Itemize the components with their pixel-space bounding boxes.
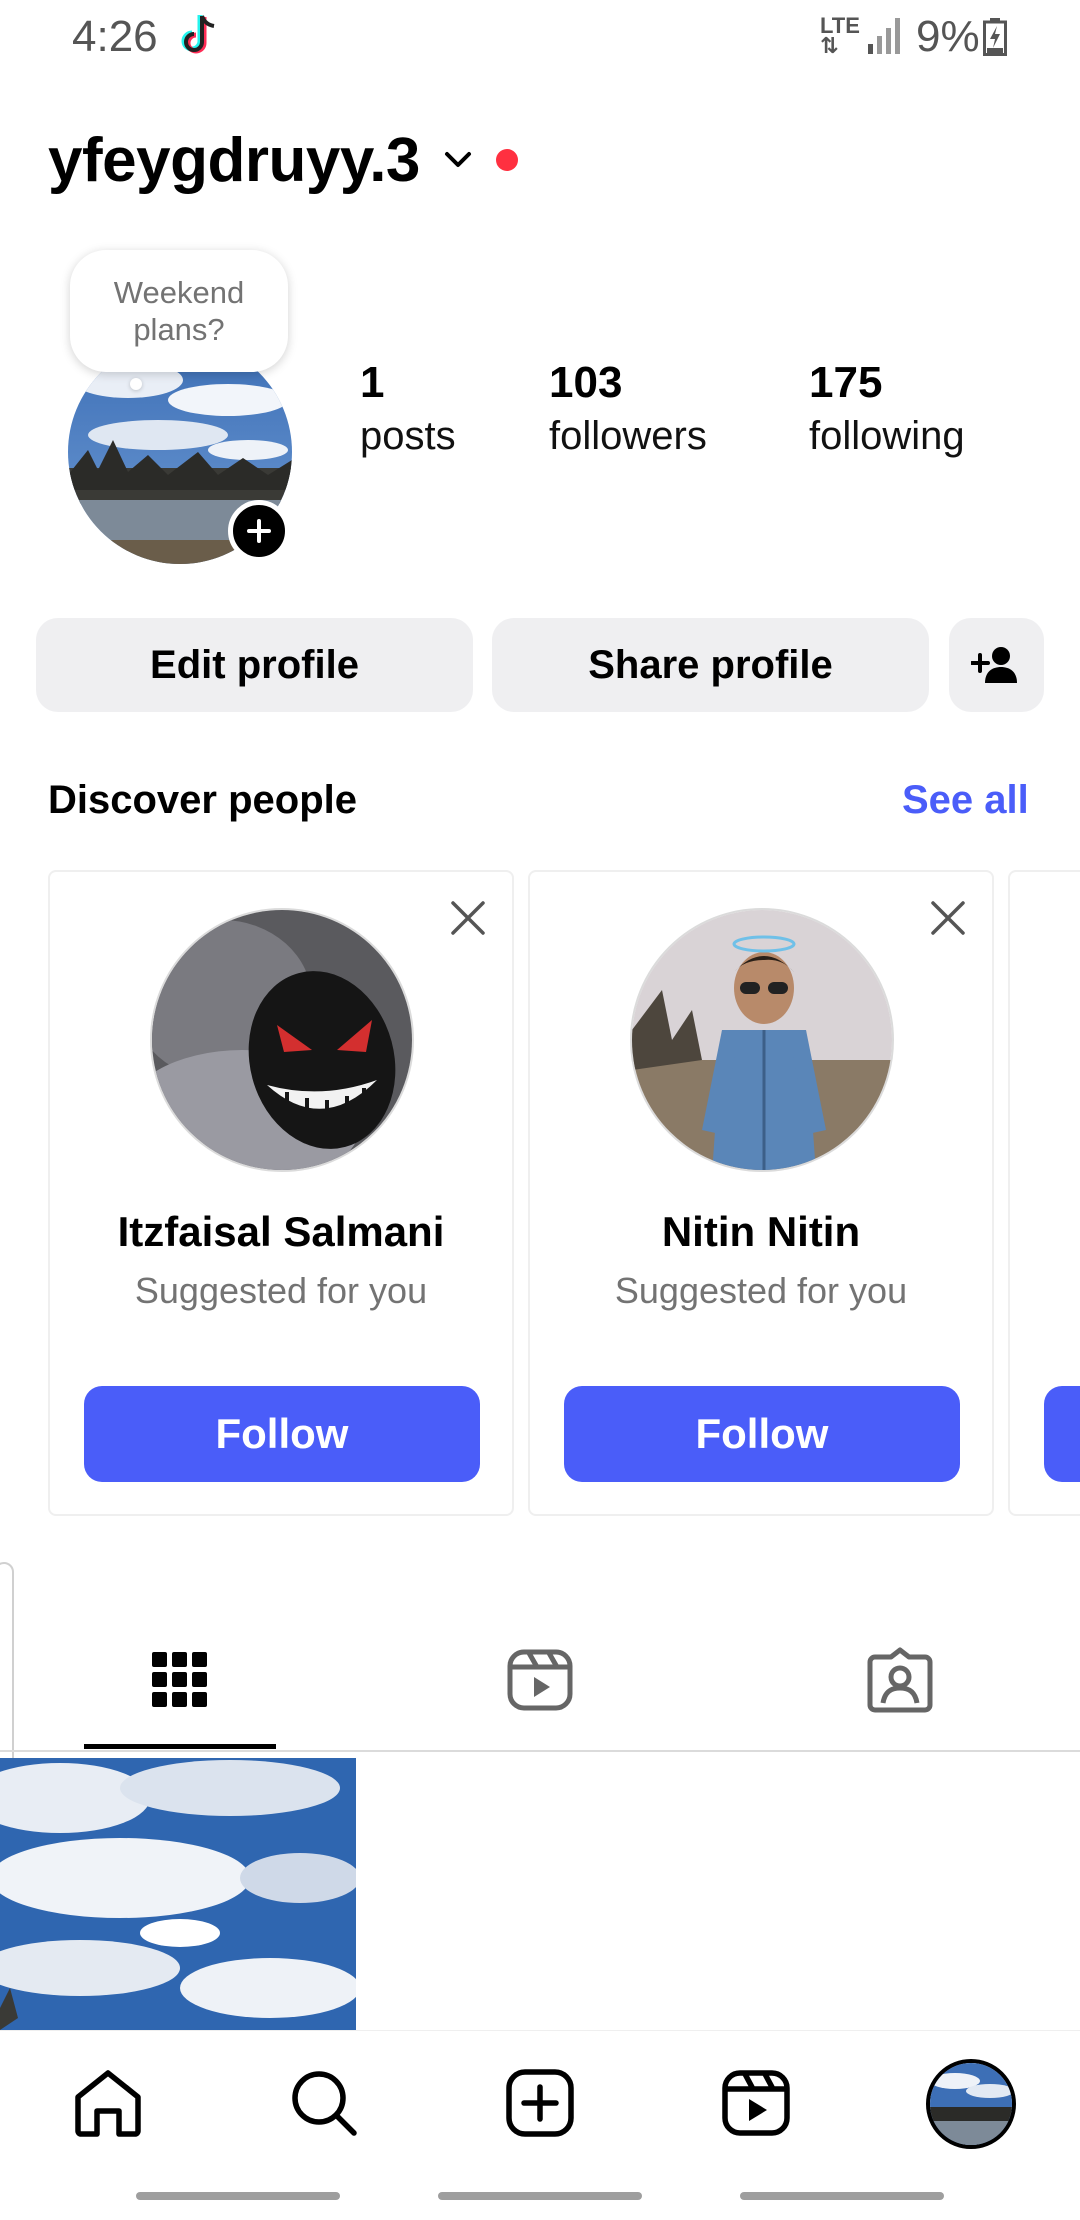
tiktok-icon	[181, 15, 215, 54]
signal-icon	[868, 18, 900, 54]
tab-reels[interactable]	[490, 1640, 590, 1720]
following-stat[interactable]: 175 following	[809, 358, 965, 459]
discover-people-title: Discover people	[48, 778, 358, 822]
gesture-back[interactable]	[136, 2192, 340, 2200]
follow-button[interactable]: Follow	[564, 1386, 960, 1482]
suggestion-avatar[interactable]	[150, 908, 414, 1172]
see-all-link[interactable]: See all	[902, 778, 1029, 823]
bottom-navigation	[0, 2030, 1080, 2180]
chevron-down-icon[interactable]	[442, 144, 474, 176]
follow-button[interactable]: Follow	[84, 1386, 480, 1482]
nav-profile-avatar[interactable]	[926, 2059, 1016, 2149]
search-icon	[292, 2071, 357, 2136]
network-type: LTE ⇅	[820, 13, 860, 58]
tab-divider	[0, 1750, 1080, 1752]
add-person-icon	[970, 647, 1017, 683]
nav-search[interactable]	[284, 2063, 364, 2143]
suggestion-card[interactable]: Itzfaisal Salmani Suggested for you Foll…	[48, 870, 514, 1516]
home-icon	[75, 2070, 141, 2137]
plus-icon	[247, 519, 271, 543]
suggestion-card-partial[interactable]	[1008, 870, 1080, 1516]
note-bubble-tail	[130, 378, 142, 390]
following-count: 175	[809, 358, 883, 407]
notification-dot	[495, 149, 518, 171]
gesture-home[interactable]	[438, 2192, 642, 2200]
profile-avatar-container[interactable]	[68, 340, 292, 564]
gesture-recents[interactable]	[740, 2192, 944, 2200]
tab-tagged[interactable]	[850, 1640, 950, 1720]
create-icon	[506, 2069, 574, 2137]
battery-charging-icon	[983, 18, 1007, 56]
nav-home[interactable]	[68, 2063, 148, 2143]
add-story-button[interactable]	[228, 500, 290, 562]
status-time: 4:26	[72, 12, 158, 61]
suggestion-subtitle: Suggested for you	[614, 1270, 908, 1311]
discover-people-button[interactable]	[949, 618, 1044, 712]
nav-create[interactable]	[500, 2063, 580, 2143]
active-tab-indicator	[84, 1744, 276, 1749]
posts-stat[interactable]: 1 posts	[360, 358, 456, 459]
posts-label: posts	[360, 414, 456, 458]
suggestion-name[interactable]: Nitin Nitin	[530, 1208, 992, 1256]
suggestion-name[interactable]: Itzfaisal Salmani	[50, 1208, 512, 1256]
battery-percent: 9%	[916, 12, 980, 61]
username[interactable]: yfeygdruyy.3	[48, 125, 420, 196]
profile-header: yfeygdruyy.3	[48, 120, 518, 200]
followers-stat[interactable]: 103 followers	[549, 358, 707, 459]
tagged-icon	[867, 1647, 933, 1713]
tab-grid[interactable]	[130, 1640, 230, 1720]
followers-label: followers	[549, 414, 707, 458]
edit-profile-button[interactable]: Edit profile	[36, 618, 473, 712]
posts-count: 1	[360, 358, 385, 407]
share-profile-button[interactable]: Share profile	[492, 618, 929, 712]
reels-icon	[507, 1649, 573, 1711]
followers-count: 103	[549, 358, 623, 407]
suggestion-avatar[interactable]	[630, 908, 894, 1172]
post-thumbnail[interactable]	[0, 1758, 356, 2030]
following-label: following	[809, 414, 965, 458]
reels-icon	[722, 2070, 790, 2136]
suggestion-subtitle: Suggested for you	[134, 1270, 428, 1311]
suggestion-card[interactable]: Nitin Nitin Suggested for you Follow	[528, 870, 994, 1516]
close-icon[interactable]	[450, 900, 486, 936]
grid-icon	[152, 1652, 207, 1707]
follow-button-partial[interactable]	[1044, 1386, 1080, 1482]
note-bubble[interactable]: Weekend plans?	[70, 250, 288, 372]
nav-reels[interactable]	[716, 2063, 796, 2143]
status-bar: 4:26 LTE ⇅ 9%	[0, 0, 1080, 72]
close-icon[interactable]	[930, 900, 966, 936]
